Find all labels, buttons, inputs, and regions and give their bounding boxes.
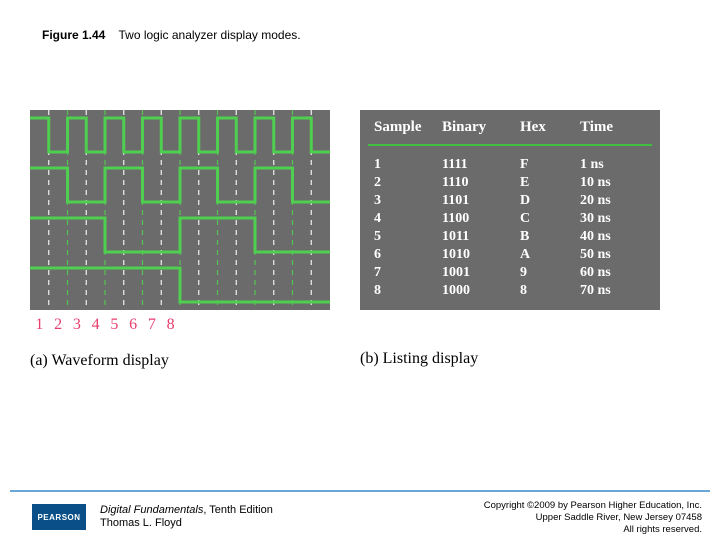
cell-sample: 6 xyxy=(360,247,442,263)
cell-sample: 2 xyxy=(360,175,442,191)
x-label: 5 xyxy=(105,316,124,334)
cell-binary: 1110 xyxy=(442,175,520,191)
cell-sample: 5 xyxy=(360,229,442,245)
cell-binary: 1111 xyxy=(442,157,520,173)
cell-time: 20 ns xyxy=(580,193,660,209)
listing-display: Sample Binary Hex Time 11111F1 ns21110E1… xyxy=(360,110,660,310)
header-binary: Binary xyxy=(442,119,520,136)
cell-binary: 1000 xyxy=(442,283,520,299)
cell-sample: 3 xyxy=(360,193,442,209)
table-row: 41100C30 ns xyxy=(360,210,660,228)
copyright: Copyright ©2009 by Pearson Higher Educat… xyxy=(484,500,702,536)
publisher-logo: PEARSON xyxy=(32,504,86,530)
cell-hex: 9 xyxy=(520,265,580,281)
header-hex: Hex xyxy=(520,119,580,136)
spacer xyxy=(360,310,660,332)
page: Figure 1.44 Two logic analyzer display m… xyxy=(0,0,720,540)
waveform-caption: (a) Waveform display xyxy=(30,352,330,370)
table-row: 21110E10 ns xyxy=(360,174,660,192)
cell-hex: C xyxy=(520,211,580,227)
cell-binary: 1001 xyxy=(442,265,520,281)
cell-time: 1 ns xyxy=(580,157,660,173)
table-row: 11111F1 ns xyxy=(360,156,660,174)
book-title-italic: Digital Fundamentals xyxy=(100,504,203,516)
table-row: 61010A50 ns xyxy=(360,246,660,264)
book-info: Digital Fundamentals, Tenth Edition Thom… xyxy=(100,504,273,530)
figure-title: Figure 1.44 Two logic analyzer display m… xyxy=(42,28,301,42)
cell-time: 60 ns xyxy=(580,265,660,281)
x-label: 7 xyxy=(143,316,162,334)
listing-rule xyxy=(368,144,652,146)
panels: 12345678 (a) Waveform display Sample Bin… xyxy=(30,110,690,370)
cell-time: 40 ns xyxy=(580,229,660,245)
table-row: 71001960 ns xyxy=(360,264,660,282)
table-row: 51011B40 ns xyxy=(360,228,660,246)
copyright-line1: Copyright ©2009 by Pearson Higher Educat… xyxy=(484,500,702,512)
x-label: 1 xyxy=(30,316,49,334)
listing-body: 11111F1 ns21110E10 ns31101D20 ns41100C30… xyxy=(360,156,660,300)
cell-sample: 7 xyxy=(360,265,442,281)
cell-hex: F xyxy=(520,157,580,173)
listing-panel: Sample Binary Hex Time 11111F1 ns21110E1… xyxy=(360,110,660,370)
copyright-line3: All rights reserved. xyxy=(484,524,702,536)
listing-header: Sample Binary Hex Time xyxy=(360,110,660,144)
cell-binary: 1101 xyxy=(442,193,520,209)
cell-sample: 8 xyxy=(360,283,442,299)
copyright-line2: Upper Saddle River, New Jersey 07458 xyxy=(484,512,702,524)
figure-number: Figure 1.44 xyxy=(42,28,105,42)
book-author: Thomas L. Floyd xyxy=(100,517,273,530)
listing-caption: (b) Listing display xyxy=(360,350,660,368)
waveform-x-labels: 12345678 xyxy=(30,316,330,334)
waveform-svg xyxy=(30,110,330,310)
figure-caption: Two logic analyzer display modes. xyxy=(118,28,300,42)
book-title-rest: , Tenth Edition xyxy=(203,504,273,516)
cell-time: 70 ns xyxy=(580,283,660,299)
cell-time: 10 ns xyxy=(580,175,660,191)
x-label: 4 xyxy=(86,316,105,334)
cell-time: 50 ns xyxy=(580,247,660,263)
waveform-display xyxy=(30,110,330,310)
header-time: Time xyxy=(580,119,660,136)
cell-binary: 1100 xyxy=(442,211,520,227)
cell-binary: 1010 xyxy=(442,247,520,263)
cell-hex: A xyxy=(520,247,580,263)
book-title: Digital Fundamentals, Tenth Edition xyxy=(100,504,273,517)
waveform-panel: 12345678 (a) Waveform display xyxy=(30,110,330,370)
cell-sample: 1 xyxy=(360,157,442,173)
cell-hex: B xyxy=(520,229,580,245)
table-row: 31101D20 ns xyxy=(360,192,660,210)
x-label: 8 xyxy=(161,316,180,334)
table-row: 81000870 ns xyxy=(360,282,660,300)
cell-hex: E xyxy=(520,175,580,191)
x-label: 2 xyxy=(49,316,68,334)
header-sample: Sample xyxy=(360,119,442,136)
cell-sample: 4 xyxy=(360,211,442,227)
cell-time: 30 ns xyxy=(580,211,660,227)
cell-hex: 8 xyxy=(520,283,580,299)
x-label: 6 xyxy=(124,316,143,334)
x-label: 3 xyxy=(68,316,87,334)
cell-hex: D xyxy=(520,193,580,209)
cell-binary: 1011 xyxy=(442,229,520,245)
footer-rule xyxy=(10,490,710,492)
